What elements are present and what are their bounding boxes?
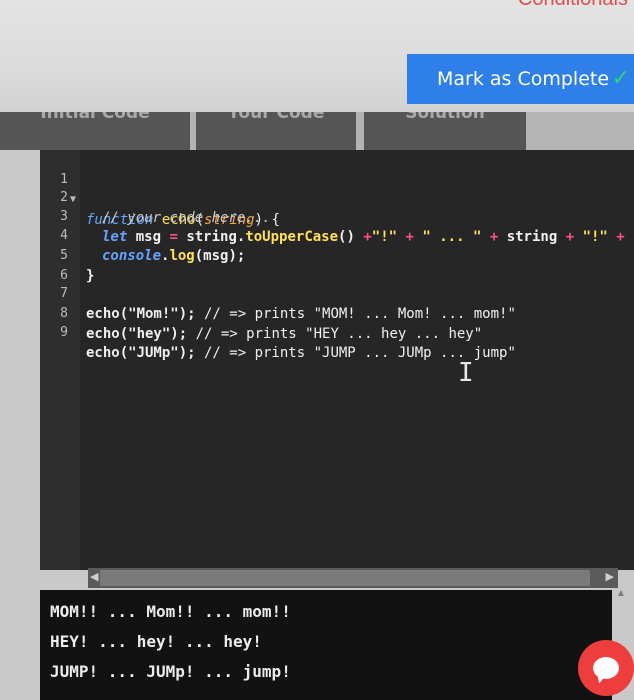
code-line: 7 echo("Mom!"); // => prints "MOM! ... M… <box>60 286 516 322</box>
horizontal-scrollbar[interactable]: ◀ ▶ <box>88 568 618 588</box>
console-line: HEY! ... hey! ... hey! <box>50 632 262 651</box>
console-line: JUMP! ... JUMp! ... jump! <box>50 662 291 681</box>
scrollbar-thumb[interactable] <box>100 570 590 586</box>
code-line: 5 } <box>60 248 95 284</box>
code-editor[interactable]: 1 ▼ function echo(string) { 2 // your co… <box>40 150 634 570</box>
conditionals-link[interactable]: Conditionals <box>518 0 628 11</box>
console-line: MOM!! ... Mom!! ... mom!! <box>50 602 291 621</box>
check-icon: ✓ <box>611 66 630 91</box>
mark-as-complete-label: Mark as Complete <box>437 68 610 90</box>
tab-solution[interactable]: Solution <box>364 112 526 150</box>
scroll-left-icon[interactable]: ◀ <box>90 570 98 583</box>
scroll-up-icon[interactable]: ▲ <box>616 588 626 599</box>
code-line: 9 echo("JUMp"); // => prints "JUMP ... J… <box>60 325 516 361</box>
code-line: 4 console.log(msg); <box>60 228 246 264</box>
mark-as-complete-button[interactable]: Mark as Complete ✓ <box>407 54 634 104</box>
code-line: 2 // your code here... <box>60 190 271 226</box>
code-line: 6 <box>60 268 68 283</box>
scroll-right-icon[interactable]: ▶ <box>606 570 614 583</box>
code-line: 1 ▼ function echo(string) { <box>60 172 280 228</box>
tab-initial-code[interactable]: Initial Code <box>0 112 190 150</box>
code-line: 3 let msg = string.toUpperCase() +"!" + … <box>60 209 634 245</box>
top-bar: Conditionals Mark as Complete ✓ <box>0 0 634 112</box>
tab-your-code[interactable]: Your Code <box>196 112 356 150</box>
code-line: 8 echo("hey"); // => prints "HEY ... hey… <box>60 306 483 342</box>
chat-button[interactable] <box>578 640 634 696</box>
output-console: MOM!! ... Mom!! ... mom!! HEY! ... hey! … <box>40 590 612 700</box>
text-cursor-icon: I <box>458 358 474 388</box>
chat-bubble-icon <box>593 657 619 679</box>
code-tabs: Initial Code Your Code Solution <box>0 112 634 150</box>
